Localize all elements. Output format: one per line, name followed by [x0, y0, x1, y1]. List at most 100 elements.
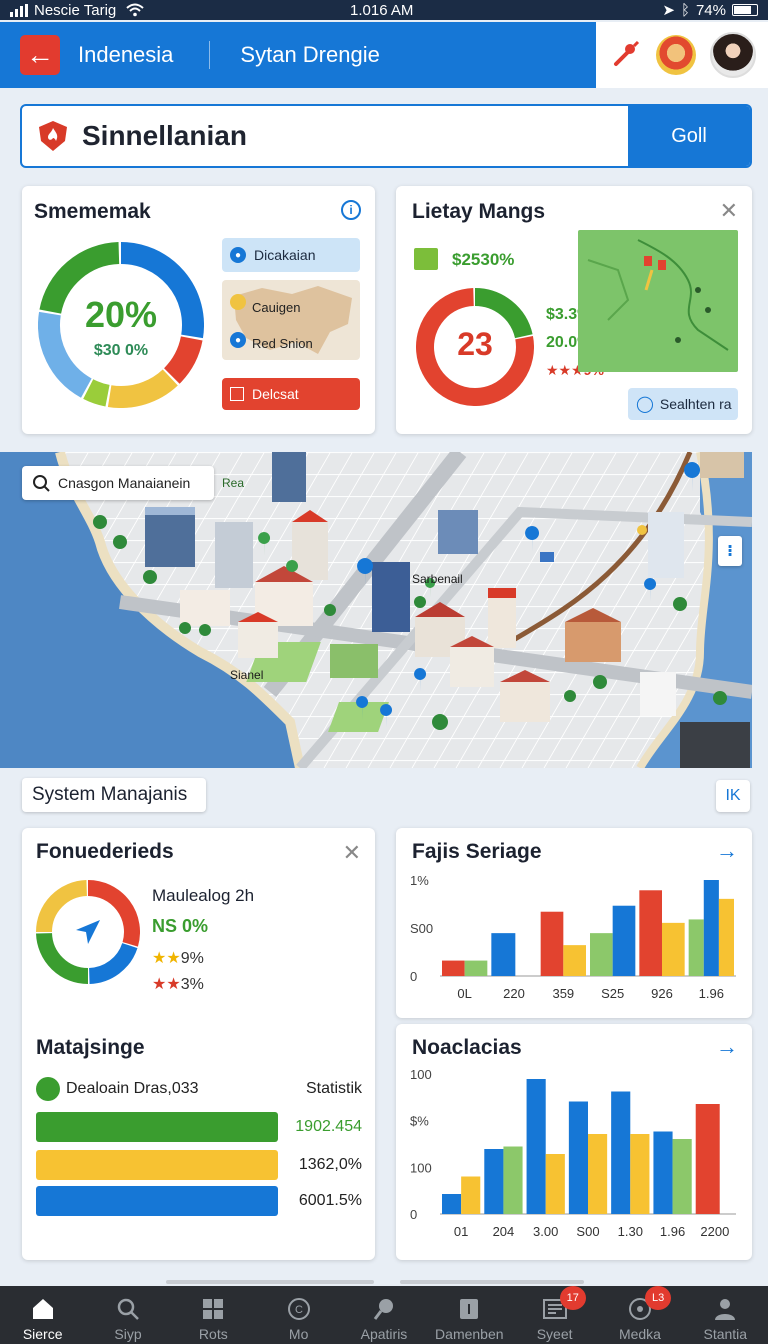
progress-row[interactable]: 6001.5%	[36, 1186, 362, 1216]
chart-bar[interactable]	[672, 1139, 692, 1214]
x-tick-label: 3.00	[533, 1224, 558, 1239]
scroll-indicator	[166, 1280, 374, 1284]
nav-item-label: Mo	[288, 1326, 309, 1342]
filter-chip-dicakaian[interactable]: ● Dicakaian	[222, 238, 360, 272]
x-tick-label: 1.96	[699, 986, 724, 1001]
chart-bar[interactable]	[718, 898, 734, 976]
copyright-icon: C	[286, 1296, 312, 1322]
x-tick-label: 0L	[457, 986, 471, 1001]
nav-item-medka[interactable]: Medka L3	[597, 1286, 682, 1344]
chart-bar[interactable]	[703, 880, 719, 976]
x-tick-label: 1.30	[618, 1224, 643, 1239]
search-area-button[interactable]: ◯ Sealhten ra	[628, 388, 738, 420]
notification-badge: 17	[559, 1286, 586, 1310]
rating-value: 9%	[180, 950, 204, 967]
breadcrumb-country[interactable]: Indenesia	[78, 42, 173, 68]
compass-donut-chart	[36, 880, 140, 984]
nav-item-syeet[interactable]: Syeet 17	[512, 1286, 597, 1344]
search-bar[interactable]: Sinnellanian Goll	[20, 104, 752, 168]
chart-bar[interactable]	[588, 1134, 608, 1214]
chart-bar[interactable]	[612, 905, 636, 976]
close-icon[interactable]: ✕	[720, 198, 738, 224]
section-action-button[interactable]: IK	[716, 780, 750, 812]
chart-bar[interactable]	[630, 1134, 650, 1214]
chart-bar[interactable]	[639, 890, 662, 976]
user-avatar[interactable]	[710, 32, 756, 78]
bottom-navigation: Sierce Siyp Rots C Mo Apatiris Damenben Syeet 17…	[0, 1286, 768, 1344]
nav-item-apatiris[interactable]: Apatiris	[341, 1286, 426, 1344]
y-tick-label: 0	[410, 1207, 417, 1222]
stats-card: Lietay Mangs ✕ $2530% 23 $3.3% 20.0% ★★★…	[396, 186, 752, 434]
x-tick-label: 01	[454, 1224, 468, 1239]
nav-item-sierce[interactable]: Sierce	[0, 1286, 85, 1344]
nav-item-label: Damenben	[435, 1326, 504, 1342]
nav-item-rots[interactable]: Rots	[171, 1286, 256, 1344]
chart-bar[interactable]	[653, 1131, 673, 1215]
nav-item-siyp[interactable]: Siyp	[85, 1286, 170, 1344]
scroll-indicator	[400, 1280, 584, 1284]
chart-bar[interactable]	[442, 960, 465, 976]
chart-bar[interactable]	[695, 1104, 720, 1214]
delete-button[interactable]: Delcsat	[222, 378, 360, 410]
chart-bar[interactable]	[491, 933, 516, 976]
map-area-label: Rea	[222, 476, 245, 490]
chart-bar[interactable]	[688, 919, 704, 976]
search-input[interactable]: Sinnellanian	[82, 120, 628, 152]
chart-bar[interactable]	[461, 1176, 481, 1215]
progress-row[interactable]: 1902.454	[36, 1112, 362, 1142]
y-tick-label: $%	[410, 1114, 429, 1129]
firefighter-avatar[interactable]	[656, 35, 696, 75]
chart-bar[interactable]	[563, 945, 586, 976]
back-button[interactable]: ←	[20, 35, 60, 75]
pin-icon	[371, 1296, 397, 1322]
arrow-left-icon: ←	[26, 39, 54, 70]
chart-bar[interactable]	[442, 1194, 462, 1214]
x-tick-label: 204	[493, 1224, 515, 1239]
header-actions	[596, 22, 768, 88]
y-tick-label: S00	[410, 921, 433, 936]
chart-bar[interactable]	[526, 1079, 546, 1214]
list-header: Dealoain Dras,033 Statistik	[36, 1076, 362, 1102]
region-mini-map[interactable]: Cauigen ● Red Snion	[222, 280, 360, 360]
city-map[interactable]: Cnasgon Manaianein Rea Sarbenail Sianel …	[0, 452, 752, 768]
header-divider	[209, 41, 211, 69]
progress-row[interactable]: 1362,0%	[36, 1150, 362, 1180]
star-icon: ★★	[152, 976, 181, 993]
button-label: Sealhten ra	[659, 396, 732, 412]
map-more-button[interactable]: ⁝	[718, 536, 742, 566]
battery-percent: 74%	[695, 1, 726, 19]
map-poi-label[interactable]: Sarbenail	[412, 572, 463, 586]
chart-bar[interactable]	[545, 1154, 565, 1214]
chart-bar[interactable]	[503, 1146, 523, 1215]
chart-bar[interactable]	[611, 1091, 631, 1215]
close-icon[interactable]: ✕	[343, 840, 361, 866]
nav-item-damenben[interactable]: Damenben	[427, 1286, 512, 1344]
progress-bar	[36, 1186, 278, 1216]
search-go-button[interactable]: Goll	[628, 106, 750, 166]
breadcrumb-system[interactable]: Sytan Drengie	[240, 42, 379, 68]
chart-bar[interactable]	[662, 922, 685, 976]
home-icon	[30, 1296, 56, 1322]
nav-item-mo[interactable]: C Mo	[256, 1286, 341, 1344]
yellow-marker-icon	[230, 294, 246, 310]
chart-bar[interactable]	[590, 933, 613, 976]
clock: 1.016 AM	[350, 1, 414, 19]
x-tick-label: 220	[503, 986, 525, 1001]
map-poi-label[interactable]: Sianel	[230, 668, 263, 682]
region-mini-map[interactable]	[578, 230, 738, 372]
fire-shield-icon	[39, 121, 67, 151]
chart-bar[interactable]	[568, 1101, 588, 1215]
nav-item-stantia[interactable]: Stantia	[683, 1286, 768, 1344]
info-icon[interactable]: i	[341, 200, 361, 220]
chart-bar[interactable]	[540, 911, 564, 976]
map-pin-icon[interactable]	[608, 38, 642, 72]
progress-bar	[36, 1112, 278, 1142]
search-icon: ◯	[636, 396, 654, 413]
map-search-box[interactable]: Cnasgon Manaianein	[22, 466, 214, 500]
chip-label: Dicakaian	[254, 247, 316, 263]
chart-bar[interactable]	[464, 960, 488, 976]
rating-row: ★★9%	[152, 948, 204, 968]
carrier-name: Nescie Tarig	[34, 1, 117, 19]
chart-bar[interactable]	[484, 1149, 504, 1214]
x-tick-label: 1.96	[660, 1224, 685, 1239]
